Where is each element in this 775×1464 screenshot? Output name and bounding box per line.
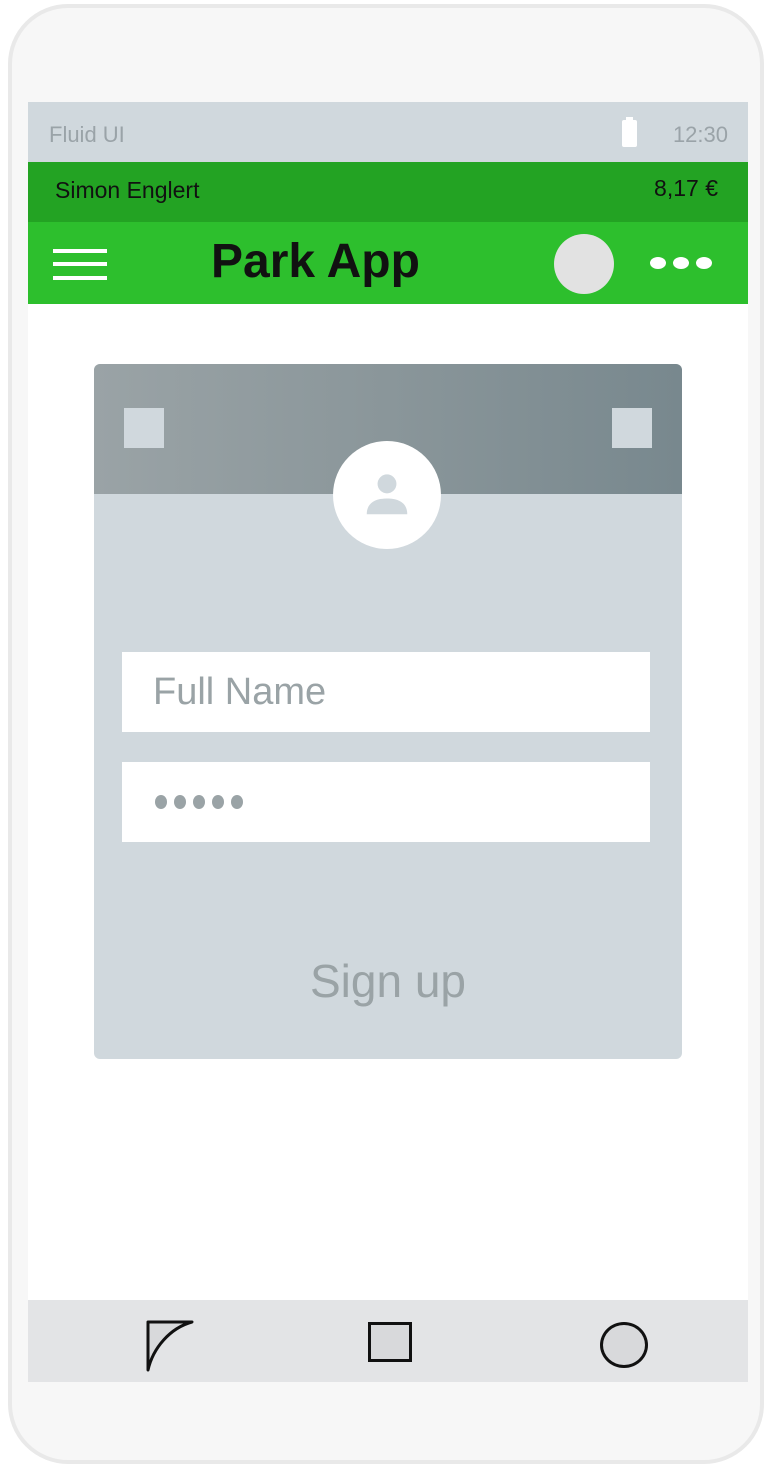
app-bar: Park App — [28, 222, 748, 304]
password-field[interactable] — [122, 762, 650, 842]
status-app-name: Fluid UI — [49, 122, 125, 147]
avatar-icon[interactable] — [554, 234, 614, 294]
hamburger-menu-icon[interactable] — [53, 246, 107, 282]
signup-card: Sign up — [94, 364, 682, 1059]
person-icon — [366, 474, 408, 515]
app-title: Park App — [211, 235, 420, 288]
more-options-icon[interactable] — [650, 257, 714, 271]
app-screen: Fluid UI 12:30 Simon Englert 8,17 € Park… — [28, 102, 748, 1382]
system-nav-bar — [28, 1300, 748, 1382]
home-square-icon[interactable] — [368, 1322, 412, 1362]
profile-avatar[interactable] — [333, 441, 441, 549]
account-balance: 8,17 € — [654, 175, 718, 201]
header-left-square — [124, 408, 164, 448]
account-bar: Simon Englert 8,17 € — [28, 162, 748, 222]
recent-circle-icon[interactable] — [600, 1322, 648, 1368]
back-triangle-icon[interactable] — [145, 1320, 195, 1372]
full-name-field[interactable] — [122, 652, 650, 732]
sign-up-button[interactable]: Sign up — [94, 954, 682, 1034]
user-name: Simon Englert — [55, 177, 200, 203]
status-clock: 12:30 — [672, 122, 728, 147]
status-bar: Fluid UI 12:30 — [28, 102, 748, 162]
header-right-square — [612, 408, 652, 448]
battery-icon — [622, 117, 637, 147]
full-name-input[interactable] — [122, 652, 650, 732]
